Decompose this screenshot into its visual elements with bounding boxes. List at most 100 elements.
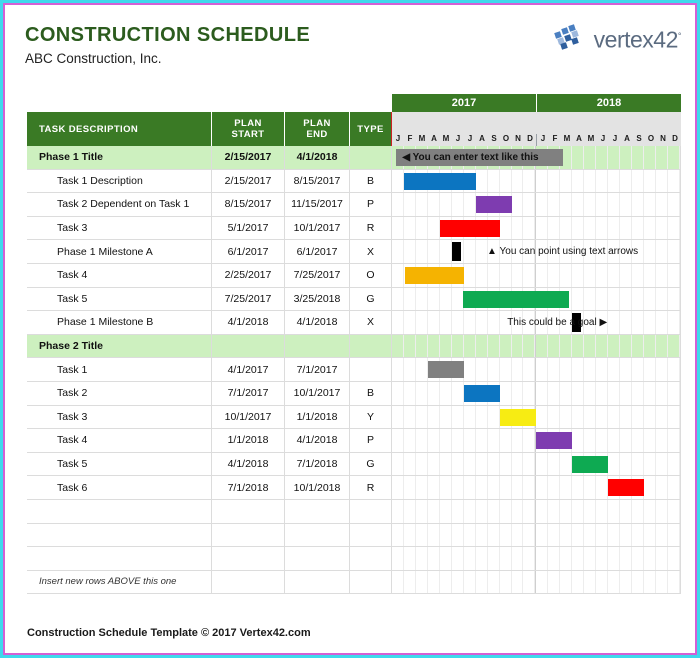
cell-task-description[interactable]: Task 2 Dependent on Task 1 <box>27 193 212 217</box>
table-row[interactable] <box>27 499 681 524</box>
cell-plan-start[interactable] <box>212 570 285 595</box>
insert-note-row[interactable]: Insert new rows ABOVE this one <box>27 570 681 595</box>
cell-plan-end[interactable]: 10/1/2017 <box>285 216 350 241</box>
cell-plan-start[interactable]: 2/15/2017 <box>212 169 285 194</box>
gantt-row-track[interactable] <box>392 476 681 500</box>
gantt-row-track[interactable] <box>392 381 681 406</box>
cell-type[interactable]: X <box>350 240 392 264</box>
cell-type[interactable]: R <box>350 476 392 500</box>
phase-row[interactable]: Phase 1 Title 2/15/2017 4/1/2018 ◀ You can … <box>27 146 681 170</box>
cell-plan-end[interactable]: 3/25/2018 <box>285 287 350 312</box>
cell-plan-end[interactable] <box>285 334 350 359</box>
cell-type[interactable]: B <box>350 169 392 194</box>
gantt-row-track[interactable]: This could be a goal ▶ <box>392 311 681 335</box>
cell-plan-end[interactable]: 10/1/2017 <box>285 381 350 406</box>
cell-task-description[interactable]: Task 5 <box>27 287 212 312</box>
cell-type[interactable]: R <box>350 216 392 241</box>
cell-plan-start[interactable]: 7/1/2018 <box>212 476 285 500</box>
cell-task-description[interactable]: Task 3 <box>27 216 212 241</box>
cell-plan-start[interactable]: 2/15/2017 <box>212 146 285 170</box>
cell-plan-start[interactable]: 10/1/2017 <box>212 405 285 430</box>
cell-plan-start[interactable] <box>212 334 285 359</box>
cell-plan-start[interactable]: 8/15/2017 <box>212 193 285 217</box>
gantt-row-track[interactable]: ◀ You can enter text like this <box>392 146 681 170</box>
cell-plan-end[interactable]: 4/1/2018 <box>285 429 350 453</box>
cell-plan-end[interactable] <box>285 523 350 548</box>
cell-plan-end[interactable]: 7/1/2017 <box>285 358 350 382</box>
table-row[interactable]: Task 1 Description 2/15/2017 8/15/2017 B <box>27 169 681 194</box>
cell-type[interactable] <box>350 358 392 382</box>
cell-plan-start[interactable] <box>212 499 285 524</box>
cell-type[interactable] <box>350 523 392 548</box>
gantt-row-track[interactable] <box>392 547 681 571</box>
cell-task-description[interactable]: Task 5 <box>27 452 212 477</box>
cell-plan-end[interactable]: 8/15/2017 <box>285 169 350 194</box>
gantt-row-track[interactable] <box>392 216 681 241</box>
cell-type[interactable] <box>350 499 392 524</box>
cell-task-description[interactable]: Task 4 <box>27 263 212 288</box>
cell-plan-end[interactable]: 4/1/2018 <box>285 146 350 170</box>
cell-type[interactable]: X <box>350 311 392 335</box>
cell-plan-start[interactable]: 4/1/2017 <box>212 358 285 382</box>
cell-plan-start[interactable]: 6/1/2017 <box>212 240 285 264</box>
gantt-row-track[interactable] <box>392 287 681 312</box>
cell-plan-start[interactable]: 2/25/2017 <box>212 263 285 288</box>
cell-plan-end[interactable]: 1/1/2018 <box>285 405 350 430</box>
cell-task-description[interactable]: Phase 1 Title <box>27 146 212 170</box>
cell-type[interactable] <box>350 570 392 595</box>
table-row[interactable]: Task 2 7/1/2017 10/1/2017 B <box>27 381 681 406</box>
cell-plan-start[interactable] <box>212 523 285 548</box>
cell-plan-start[interactable]: 1/1/2018 <box>212 429 285 453</box>
cell-type[interactable]: P <box>350 429 392 453</box>
cell-plan-start[interactable]: 7/25/2017 <box>212 287 285 312</box>
cell-plan-start[interactable]: 4/1/2018 <box>212 452 285 477</box>
cell-task-description[interactable]: Phase 2 Title <box>27 334 212 359</box>
cell-plan-end[interactable]: 10/1/2018 <box>285 476 350 500</box>
cell-type[interactable] <box>350 146 392 170</box>
cell-plan-end[interactable]: 4/1/2018 <box>285 311 350 335</box>
cell-task-description[interactable] <box>27 547 212 571</box>
cell-task-description[interactable]: Task 2 <box>27 381 212 406</box>
gantt-row-track[interactable] <box>392 523 681 548</box>
cell-plan-end[interactable] <box>285 499 350 524</box>
cell-task-description[interactable]: Phase 1 Milestone B <box>27 311 212 335</box>
cell-type[interactable]: Y <box>350 405 392 430</box>
cell-plan-end[interactable]: 6/1/2017 <box>285 240 350 264</box>
table-row[interactable] <box>27 523 681 548</box>
cell-plan-end[interactable] <box>285 570 350 595</box>
gantt-row-track[interactable] <box>392 263 681 288</box>
table-row[interactable]: Task 5 4/1/2018 7/1/2018 G <box>27 452 681 477</box>
gantt-row-track[interactable] <box>392 193 681 217</box>
cell-task-description[interactable]: Task 4 <box>27 429 212 453</box>
gantt-row-track[interactable] <box>392 570 681 595</box>
gantt-row-track[interactable] <box>392 405 681 430</box>
cell-type[interactable]: G <box>350 452 392 477</box>
cell-type[interactable]: P <box>350 193 392 217</box>
table-row[interactable]: Task 3 5/1/2017 10/1/2017 R <box>27 216 681 241</box>
cell-plan-start[interactable]: 7/1/2017 <box>212 381 285 406</box>
cell-task-description[interactable]: Task 1 Description <box>27 169 212 194</box>
gantt-row-track[interactable] <box>392 499 681 524</box>
phase-row[interactable]: Phase 2 Title <box>27 334 681 359</box>
gantt-row-track[interactable] <box>392 169 681 194</box>
cell-task-description[interactable] <box>27 523 212 548</box>
table-row[interactable]: Task 4 2/25/2017 7/25/2017 O <box>27 263 681 288</box>
table-row[interactable]: Phase 1 Milestone A 6/1/2017 6/1/2017 X ▲ Yo… <box>27 240 681 264</box>
cell-plan-end[interactable]: 7/1/2018 <box>285 452 350 477</box>
table-row[interactable]: Phase 1 Milestone B 4/1/2018 4/1/2018 X This… <box>27 311 681 335</box>
cell-plan-start[interactable]: 4/1/2018 <box>212 311 285 335</box>
gantt-row-track[interactable]: ▲ You can point using text arrows <box>392 240 681 264</box>
gantt-row-track[interactable] <box>392 452 681 477</box>
cell-plan-end[interactable]: 7/25/2017 <box>285 263 350 288</box>
table-row[interactable]: Task 5 7/25/2017 3/25/2018 G <box>27 287 681 312</box>
cell-task-description[interactable]: Task 1 <box>27 358 212 382</box>
cell-task-description[interactable] <box>27 499 212 524</box>
gantt-row-track[interactable] <box>392 358 681 382</box>
gantt-row-track[interactable] <box>392 429 681 453</box>
cell-plan-end[interactable] <box>285 547 350 571</box>
cell-plan-start[interactable]: 5/1/2017 <box>212 216 285 241</box>
table-row[interactable]: Task 3 10/1/2017 1/1/2018 Y <box>27 405 681 430</box>
cell-type[interactable] <box>350 334 392 359</box>
cell-task-description[interactable]: Task 6 <box>27 476 212 500</box>
cell-type[interactable]: O <box>350 263 392 288</box>
